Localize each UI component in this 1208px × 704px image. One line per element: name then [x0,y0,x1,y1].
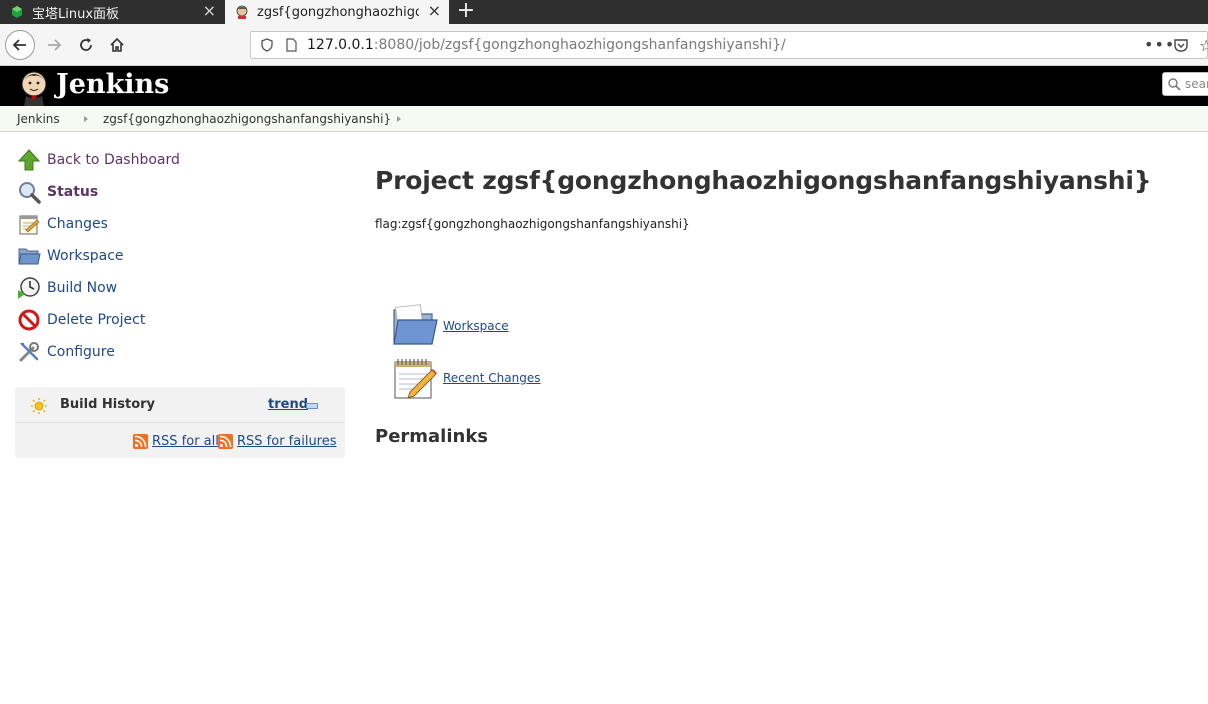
workspace-link[interactable]: Workspace [392,304,509,348]
jenkins-header: Jenkins sear [0,66,1208,106]
notepad-icon [394,359,437,399]
browser-tab-baota[interactable]: 宝塔Linux面板 × [0,0,224,24]
sidebar-item-build-now[interactable]: Build Now [17,276,117,300]
browser-toolbar: 127.0.0.1:8080/job/zgsf{gongzhonghaozhig… [0,24,1208,66]
project-description: flag:zgsf{gongzhonghaozhigongshanfangshi… [375,217,690,231]
sidebar-item-workspace[interactable]: Workspace [17,244,124,268]
reload-icon [80,38,92,51]
browser-tab-strip: 宝塔Linux面板 × zgsf{gongzhonghaozhigongshan… [0,0,1208,24]
jenkins-title[interactable]: Jenkins [56,68,169,102]
rss-all-label: RSS for all [152,433,219,449]
tools-icon [19,342,39,362]
back-button[interactable] [5,30,35,60]
sidebar-item-status[interactable]: Status [17,180,98,204]
collapse-icon[interactable] [306,403,318,409]
breadcrumb-project[interactable]: zgsf{gongzhonghaozhigongshanfangshiyansh… [103,112,391,126]
build-history-title: Build History [60,397,156,412]
sidebar-item-label: Changes [47,216,108,232]
sidebar-item-label: Delete Project [47,312,146,328]
breadcrumb-jenkins[interactable]: Jenkins [17,112,60,126]
tab-title: 宝塔Linux面板 [32,6,120,22]
folder-icon [18,248,41,265]
rss-icon [218,433,233,449]
rss-all-link[interactable]: RSS for all [133,433,219,449]
more-icon[interactable]: ••• [1144,35,1175,54]
jenkins-favicon-icon [236,5,248,19]
notepad-icon [19,215,40,235]
recent-changes-link[interactable]: Recent Changes [392,356,540,400]
jenkins-butler-logo-icon[interactable] [16,68,52,106]
reload-button[interactable] [72,31,100,59]
rss-failures-label: RSS for failures [237,433,337,449]
workspace-link-label: Workspace [443,319,509,333]
permalinks-heading: Permalinks [375,426,489,447]
up-arrow-icon [17,149,41,171]
rss-failures-link[interactable]: RSS for failures [218,433,337,449]
recent-changes-link-label: Recent Changes [443,371,541,385]
home-button[interactable] [103,31,131,59]
sidebar-item-configure[interactable]: Configure [17,340,115,364]
back-icon [12,39,26,51]
breadcrumb: Jenkins zgsf{gongzhonghaozhigongshanfang… [0,106,1208,132]
close-icon[interactable]: × [428,3,441,19]
shield-icon[interactable] [260,38,274,52]
browser-tab-jenkins[interactable]: zgsf{gongzhonghaozhigongshanfangshiyansh… [225,0,449,24]
baota-favicon-icon [12,6,22,18]
star-icon[interactable]: ☆ [1199,36,1208,55]
sidebar-item-back-to-dashboard[interactable]: Back to Dashboard [17,148,180,172]
build-history-header: Build History trend [15,387,345,423]
sidebar-item-delete-project[interactable]: Delete Project [17,308,145,332]
url-host: 127.0.0.1 [307,37,374,53]
folder-icon [393,304,438,345]
search-icon [1168,78,1181,91]
page-title: Project zgsf{gongzhonghaozhigongshanfang… [375,166,1152,195]
page-icon[interactable] [284,38,298,52]
rss-icon [133,433,148,449]
search-box[interactable]: sear [1162,72,1208,96]
sidebar-item-label: Build Now [47,280,118,296]
new-tab-plus-icon[interactable]: + [454,0,478,24]
url-text[interactable]: 127.0.0.1:8080/job/zgsf{gongzhonghaozhig… [307,37,786,53]
sidebar-item-label: Back to Dashboard [47,152,180,168]
build-history-panel: Build History trend RSS for all RSS for … [15,387,345,458]
tab-title: zgsf{gongzhonghaozhigongshanfangshiyansh… [257,4,419,20]
breadcrumb-arrow-icon[interactable] [84,116,88,122]
close-icon[interactable]: × [203,3,216,19]
search-input[interactable]: sear [1185,77,1208,91]
no-entry-icon [18,309,40,331]
magnifier-icon [19,182,41,204]
home-icon [110,37,124,52]
url-bar[interactable]: 127.0.0.1:8080/job/zgsf{gongzhonghaozhig… [250,31,1208,59]
clock-icon [18,277,40,299]
sidebar-item-label: Status [47,184,99,200]
trend-link[interactable]: trend [268,397,308,412]
sidebar-item-changes[interactable]: Changes [17,212,108,236]
url-path: :8080/job/zgsf{gongzhonghaozhigongshanfa… [373,37,786,53]
breadcrumb-arrow-icon[interactable] [397,116,401,122]
forward-button[interactable] [40,31,68,59]
sun-weather-icon [31,398,47,414]
pocket-icon[interactable] [1173,38,1189,53]
sidebar-item-label: Workspace [47,248,124,264]
forward-icon [48,39,62,51]
sidebar-item-label: Configure [47,344,115,360]
